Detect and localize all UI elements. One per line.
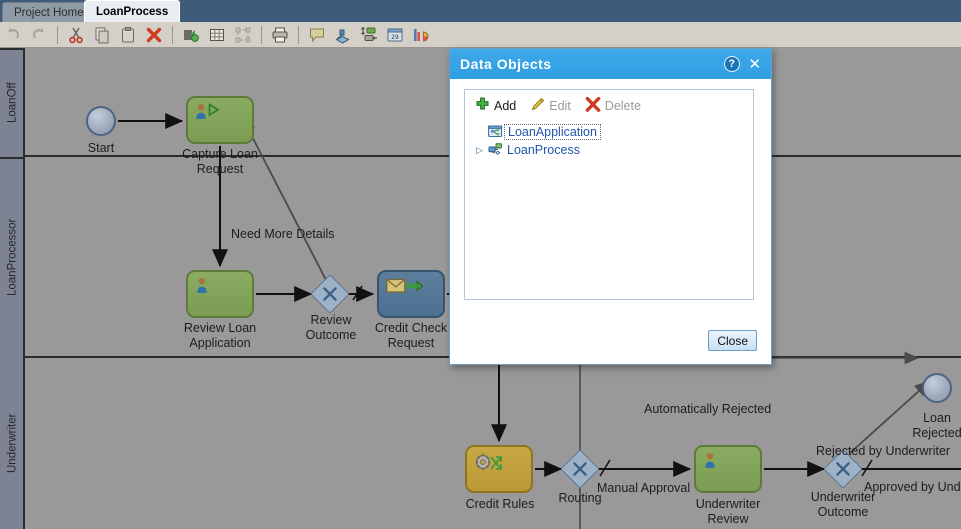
- task-capture-loan-request[interactable]: [186, 96, 254, 144]
- deploy-icon[interactable]: [330, 24, 356, 46]
- user-task-icon: [195, 102, 225, 125]
- end-event-loan-rejected[interactable]: [922, 373, 952, 403]
- tree-item-loanprocess-label: LoanProcess: [507, 143, 580, 157]
- indicators-icon[interactable]: [408, 24, 434, 46]
- user-task-icon: [703, 452, 719, 474]
- task-review-loan-application[interactable]: [186, 270, 254, 318]
- add-button[interactable]: Add: [475, 97, 516, 115]
- flow-automatically-rejected[interactable]: [579, 351, 919, 453]
- delete-button-label: Delete: [604, 99, 641, 113]
- flow-rejected-by-underwriter[interactable]: [849, 380, 931, 454]
- cut-icon[interactable]: [63, 24, 89, 46]
- flow-automatically-approved[interactable]: [579, 485, 961, 529]
- annotation-icon[interactable]: [304, 24, 330, 46]
- add-button-label: Add: [494, 99, 517, 113]
- data-object-icon: [486, 125, 504, 139]
- select-area-icon[interactable]: [230, 24, 256, 46]
- exclusive-gateway-x-icon: [323, 287, 337, 301]
- resize-icon[interactable]: [356, 24, 382, 46]
- paste-icon[interactable]: [115, 24, 141, 46]
- task-credit-rules[interactable]: [465, 445, 533, 493]
- application-window: Project Home LoanProcess 29 LoanOff Loan…: [0, 0, 961, 529]
- edit-button[interactable]: Edit: [530, 97, 571, 115]
- validate-icon[interactable]: [178, 24, 204, 46]
- svg-text:29: 29: [391, 34, 399, 41]
- tab-loanprocess[interactable]: LoanProcess: [84, 0, 181, 22]
- print-icon[interactable]: [267, 24, 293, 46]
- toolbar-separator: [261, 25, 262, 44]
- toolbar-separator: [57, 25, 58, 44]
- tab-loanprocess-label: LoanProcess: [96, 5, 169, 18]
- dialog-title: Data Objects: [460, 56, 552, 72]
- undo-icon[interactable]: [0, 24, 26, 46]
- business-rule-task-icon: [474, 452, 508, 477]
- data-objects-tree[interactable]: LoanApplication ▷ LoanProcess: [465, 118, 753, 159]
- tab-project-home[interactable]: Project Home: [2, 2, 96, 22]
- toolbar-separator: [298, 25, 299, 44]
- redo-icon[interactable]: [26, 24, 52, 46]
- exclusive-gateway-x-icon: [836, 462, 850, 476]
- copy-icon[interactable]: [89, 24, 115, 46]
- start-event[interactable]: [86, 106, 116, 136]
- main-toolbar: 29: [0, 22, 961, 48]
- dialog-title-bar[interactable]: Data Objects ? ✕: [450, 49, 771, 79]
- data-objects-command-bar: Add Edit Delete: [465, 90, 753, 118]
- flow-need-more-details[interactable]: [241, 116, 328, 283]
- tree-item-loanapplication-label: LoanApplication: [504, 124, 601, 140]
- chevron-right-icon[interactable]: ▷: [473, 145, 486, 156]
- calendar-icon[interactable]: 29: [382, 24, 408, 46]
- dialog-body: Add Edit Delete LoanApplication ▷ LoanPr…: [450, 79, 771, 364]
- data-objects-dialog: Data Objects ? ✕ Add Edit Delete LoanApp…: [449, 48, 772, 365]
- exclusive-gateway-x-icon: [573, 462, 587, 476]
- dialog-footer: Close: [450, 320, 771, 364]
- grid-icon[interactable]: [204, 24, 230, 46]
- help-icon[interactable]: ?: [724, 56, 740, 72]
- data-objects-panel: Add Edit Delete LoanApplication ▷ LoanPr…: [464, 89, 754, 300]
- tab-project-home-label: Project Home: [14, 6, 84, 19]
- toolbar-separator: [172, 25, 173, 44]
- task-credit-check-request[interactable]: [377, 270, 445, 318]
- delete-icon[interactable]: [141, 24, 167, 46]
- editor-tab-bar: Project Home LoanProcess: [0, 0, 961, 22]
- tree-item-loanprocess[interactable]: ▷ LoanProcess: [469, 141, 753, 159]
- send-task-icon: [386, 277, 424, 300]
- close-button[interactable]: Close: [708, 330, 757, 351]
- user-task-icon: [195, 277, 211, 299]
- plus-icon: [475, 97, 490, 115]
- red-x-icon: [585, 96, 601, 115]
- delete-button[interactable]: Delete: [585, 96, 641, 115]
- process-object-icon: [486, 143, 504, 157]
- close-icon[interactable]: ✕: [747, 56, 763, 72]
- edit-button-label: Edit: [549, 99, 571, 113]
- close-button-label: Close: [717, 333, 748, 348]
- pencil-icon: [530, 97, 545, 115]
- tree-item-loanapplication[interactable]: LoanApplication: [469, 123, 753, 141]
- task-underwriter-review[interactable]: [694, 445, 762, 493]
